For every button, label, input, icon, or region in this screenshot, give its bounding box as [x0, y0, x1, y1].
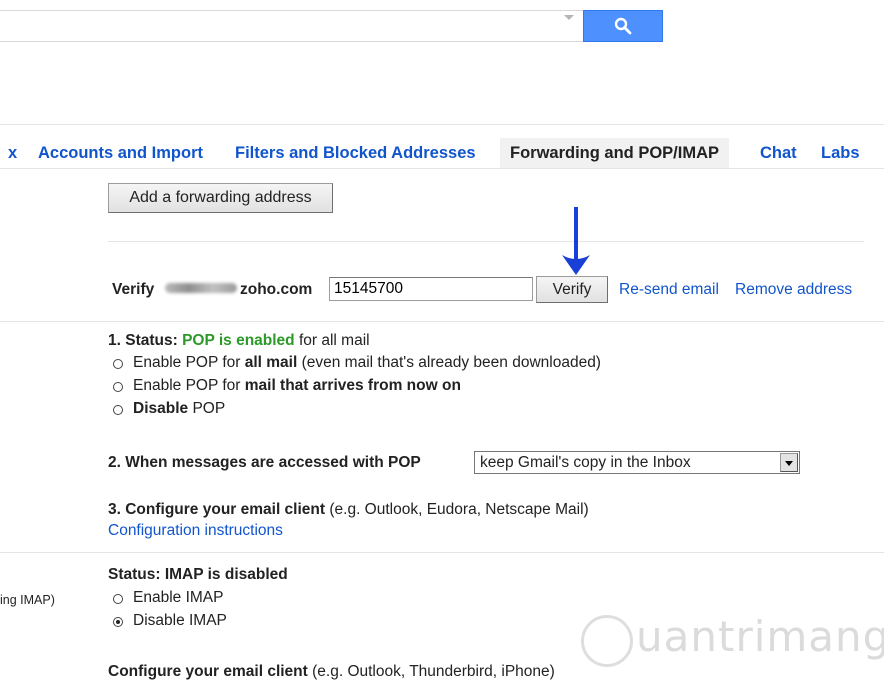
pop-status-value: POP is enabled [182, 332, 295, 349]
pop-access-label: 2. When messages are accessed with POP [108, 454, 421, 471]
option-pre: Enable POP for [133, 377, 245, 394]
blurred-email-username [165, 283, 237, 293]
imap-enable-label: Enable IMAP [133, 589, 224, 606]
settings-tabs: x Accounts and Import Filters and Blocke… [0, 138, 884, 170]
imap-config-heading: Configure your email client (e.g. Outloo… [108, 663, 555, 681]
option-pre: Enable POP for [133, 354, 245, 371]
pop-access-value: keep Gmail's copy in the Inbox [480, 454, 691, 471]
imap-disable-radio[interactable] [113, 617, 123, 627]
resend-email-link[interactable]: Re-send email [619, 281, 719, 299]
pop-status-prefix: 1. Status: [108, 332, 178, 349]
pop-status: 1. Status: POP is enabled for all mail [108, 332, 370, 350]
search-button[interactable] [583, 10, 663, 42]
tab-filters[interactable]: Filters and Blocked Addresses [235, 138, 476, 168]
pop-config-label: 3. Configure your email client [108, 501, 326, 518]
tab-chat[interactable]: Chat [760, 138, 797, 168]
option-bold: Disable [133, 400, 189, 417]
watermark-text: uantrimang [636, 612, 884, 661]
pop-config-examples: (e.g. Outlook, Eudora, Netscape Mail) [329, 501, 589, 518]
option-post: (even mail that's already been downloade… [297, 354, 601, 371]
option-bold: all mail [244, 354, 298, 371]
section-divider [108, 241, 864, 242]
pop-from-now-radio[interactable] [113, 382, 123, 392]
pop-access-select[interactable]: keep Gmail's copy in the Inbox [474, 451, 800, 474]
imap-config-examples: (e.g. Outlook, Thunderbird, iPhone) [312, 663, 555, 680]
imap-status: Status: IMAP is disabled [108, 566, 288, 583]
pop-config-heading: 3. Configure your email client (e.g. Out… [108, 501, 589, 519]
pop-disable-radio[interactable] [113, 405, 123, 415]
imap-config-label: Configure your email client [108, 663, 308, 680]
pop-section-divider [0, 321, 884, 322]
tab-inbox[interactable]: x [8, 138, 17, 168]
chevron-down-icon[interactable] [780, 453, 798, 472]
option-bold: mail that arrives from now on [244, 377, 461, 394]
verification-code-input[interactable] [329, 277, 533, 301]
pop-from-now-option: Enable POP for mail that arrives from no… [133, 377, 461, 395]
pop-status-suffix: for all mail [298, 332, 370, 349]
tab-accounts-and-import[interactable]: Accounts and Import [38, 138, 203, 168]
search-input[interactable] [0, 10, 583, 42]
watermark-logo-icon [581, 615, 633, 667]
tabs-divider [0, 168, 884, 169]
verify-button[interactable]: Verify [536, 276, 608, 303]
configuration-instructions-link[interactable]: Configuration instructions [108, 522, 283, 540]
remove-address-link[interactable]: Remove address [735, 281, 852, 299]
tab-forwarding-pop-imap[interactable]: Forwarding and POP/IMAP [500, 138, 730, 168]
pop-disable-option: Disable POP [133, 400, 225, 418]
tab-labs[interactable]: Labs [821, 138, 860, 168]
option-post: POP [188, 400, 226, 417]
email-domain: zoho.com [240, 281, 313, 298]
search-options-caret-icon[interactable] [564, 15, 574, 20]
pop-all-mail-option: Enable POP for all mail (even mail that'… [133, 354, 601, 372]
down-arrow-icon [562, 207, 590, 275]
search-icon [614, 17, 632, 35]
verify-label: Verify [112, 281, 155, 298]
imap-enable-radio[interactable] [113, 594, 123, 604]
pop-all-mail-radio[interactable] [113, 359, 123, 369]
imap-side-note: ing IMAP) [0, 593, 55, 607]
header-divider [0, 124, 884, 125]
imap-disable-label: Disable IMAP [133, 612, 227, 629]
add-forwarding-address-button[interactable]: Add a forwarding address [108, 183, 333, 213]
imap-section-divider [0, 552, 884, 553]
